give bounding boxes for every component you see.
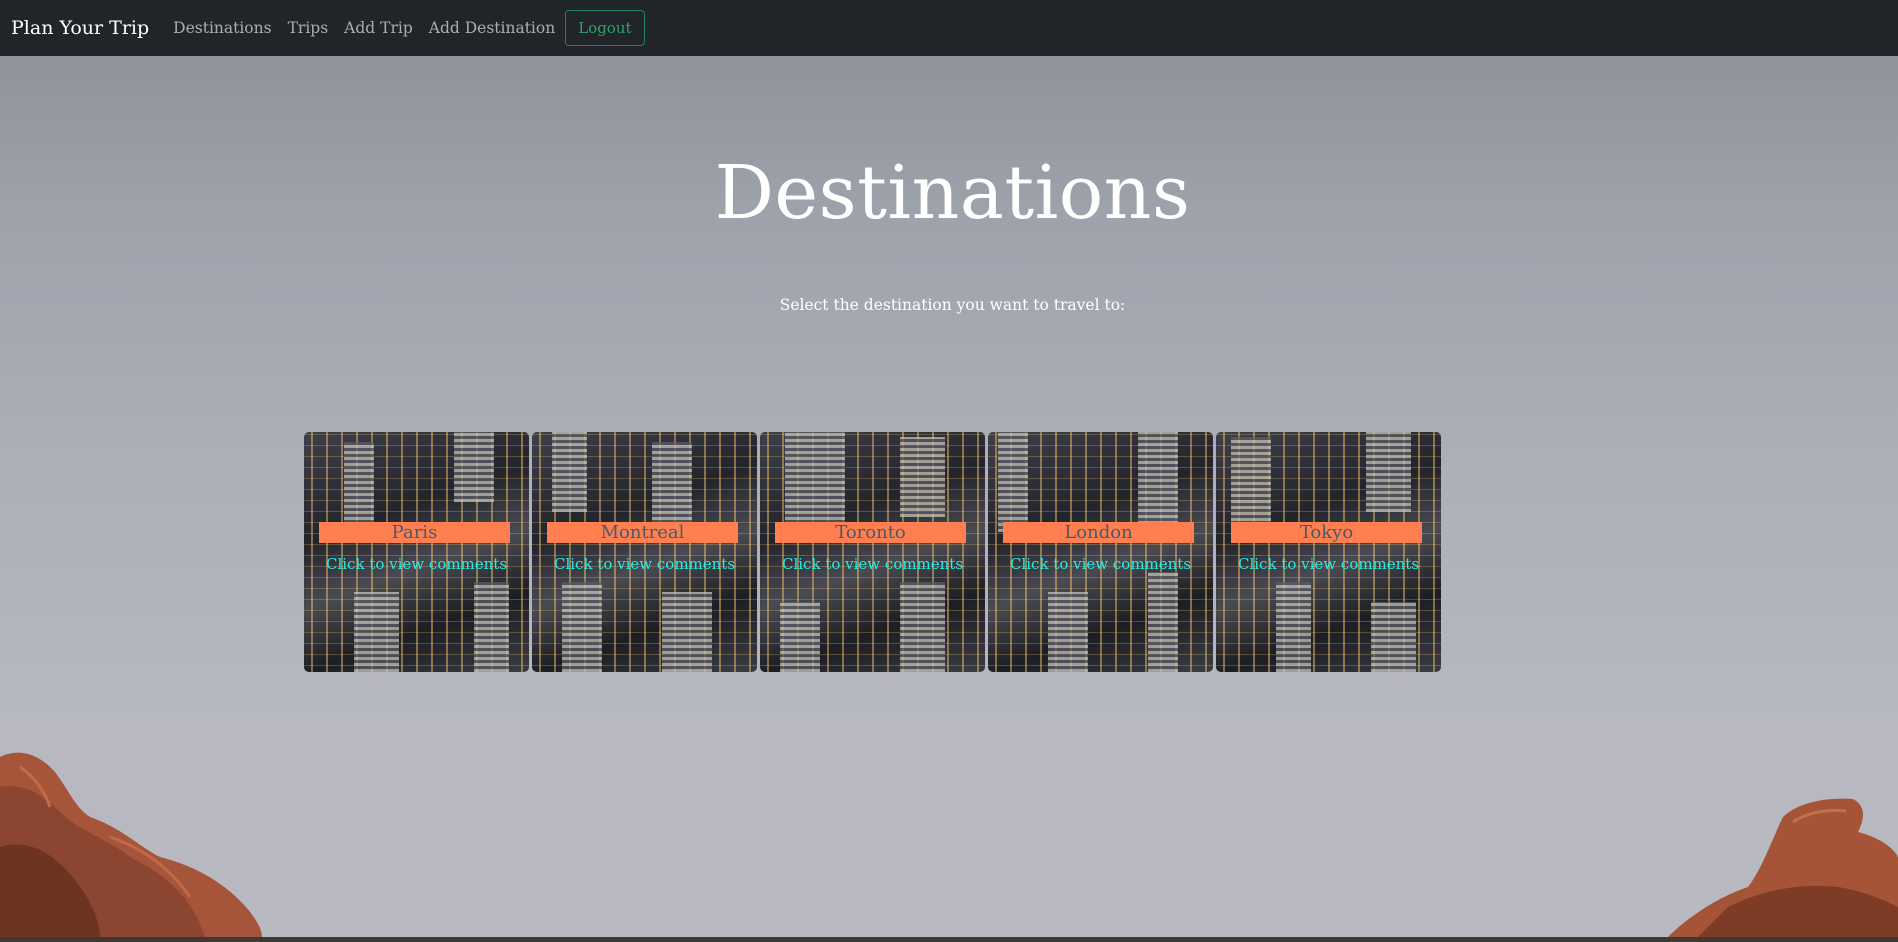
hero-background: Destinations Select the destination you … xyxy=(0,56,1898,937)
destination-name: Tokyo xyxy=(1231,522,1422,543)
nav-link-add-destination[interactable]: Add Destination xyxy=(429,19,555,37)
page-title: Destinations xyxy=(714,150,1191,236)
nav-link-trips[interactable]: Trips xyxy=(288,19,329,37)
view-comments-link[interactable]: Click to view comments xyxy=(304,555,529,573)
view-comments-link[interactable]: Click to view comments xyxy=(760,555,985,573)
destination-card-tokyo[interactable]: Tokyo Click to view comments xyxy=(1216,432,1441,672)
brand-link[interactable]: Plan Your Trip xyxy=(11,17,149,39)
destination-name: London xyxy=(1003,522,1194,543)
view-comments-link[interactable]: Click to view comments xyxy=(988,555,1213,573)
bottom-strip xyxy=(0,937,1898,942)
destination-card-london[interactable]: London Click to view comments xyxy=(988,432,1213,672)
rock-left-image xyxy=(0,752,262,937)
destination-card-paris[interactable]: Paris Click to view comments xyxy=(304,432,529,672)
destination-name: Montreal xyxy=(547,522,738,543)
view-comments-link[interactable]: Click to view comments xyxy=(532,555,757,573)
top-navbar: Plan Your Trip Destinations Trips Add Tr… xyxy=(0,0,1898,56)
view-comments-link[interactable]: Click to view comments xyxy=(1216,555,1441,573)
destination-card-montreal[interactable]: Montreal Click to view comments xyxy=(532,432,757,672)
nav-link-destinations[interactable]: Destinations xyxy=(173,19,271,37)
destination-name: Toronto xyxy=(775,522,966,543)
nav-link-add-trip[interactable]: Add Trip xyxy=(344,19,413,37)
page-subtitle: Select the destination you want to trave… xyxy=(779,296,1126,314)
destination-card-toronto[interactable]: Toronto Click to view comments xyxy=(760,432,985,672)
rock-right-image xyxy=(1668,798,1898,937)
destination-name: Paris xyxy=(319,522,510,543)
logout-button[interactable]: Logout xyxy=(565,10,645,46)
destination-cards: Paris Click to view comments Montreal Cl… xyxy=(304,432,1441,672)
